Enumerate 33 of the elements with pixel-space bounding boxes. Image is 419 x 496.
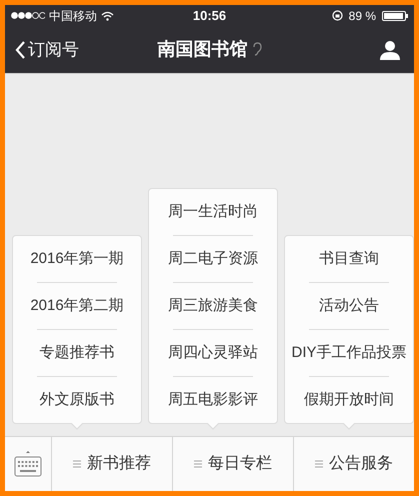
profile-button[interactable] — [380, 40, 400, 60]
signal-icon — [11, 12, 45, 19]
menu-item[interactable]: 周五电影影评 — [149, 377, 277, 423]
menu-tab[interactable]: 公告服务 — [294, 437, 414, 491]
menu-item[interactable]: DIY手工作品投票 — [285, 330, 413, 376]
menu-item[interactable]: 2016年第二期 — [13, 283, 141, 329]
menu-tab[interactable]: 每日专栏 — [173, 437, 294, 491]
menu-item[interactable]: 周三旅游美食 — [149, 283, 277, 329]
menu-item[interactable]: 专题推荐书 — [13, 330, 141, 376]
battery-percentage: 89 % — [348, 8, 376, 24]
list-icon — [315, 460, 323, 468]
menu-item[interactable]: 周一生活时尚 — [149, 189, 277, 235]
list-icon — [194, 460, 202, 468]
menu-item[interactable]: 周四心灵驿站 — [149, 330, 277, 376]
page-title: 南国图书馆 — [158, 38, 248, 61]
menu-item[interactable]: 外文原版书 — [13, 377, 141, 423]
rotation-lock-icon — [332, 10, 343, 21]
wifi-icon — [101, 10, 114, 20]
keyboard-icon — [14, 450, 42, 478]
chevron-left-icon — [15, 40, 26, 60]
list-icon — [73, 460, 81, 468]
menu-item[interactable]: 活动公告 — [285, 283, 413, 329]
menu-item[interactable]: 2016年第一期 — [13, 236, 141, 282]
back-button[interactable]: 订阅号 — [15, 36, 79, 62]
menu-item[interactable]: 假期开放时间 — [285, 377, 413, 423]
clock-time: 10:56 — [192, 6, 226, 25]
menu-item[interactable]: 周二电子资源 — [149, 236, 277, 282]
ear-icon — [252, 42, 262, 57]
menu-tab[interactable]: 新书推荐 — [52, 437, 173, 491]
menu-item[interactable]: 书目查询 — [285, 236, 413, 282]
carrier-name: 中国移动 — [49, 8, 97, 24]
person-icon — [380, 40, 400, 60]
battery-icon — [382, 10, 408, 20]
